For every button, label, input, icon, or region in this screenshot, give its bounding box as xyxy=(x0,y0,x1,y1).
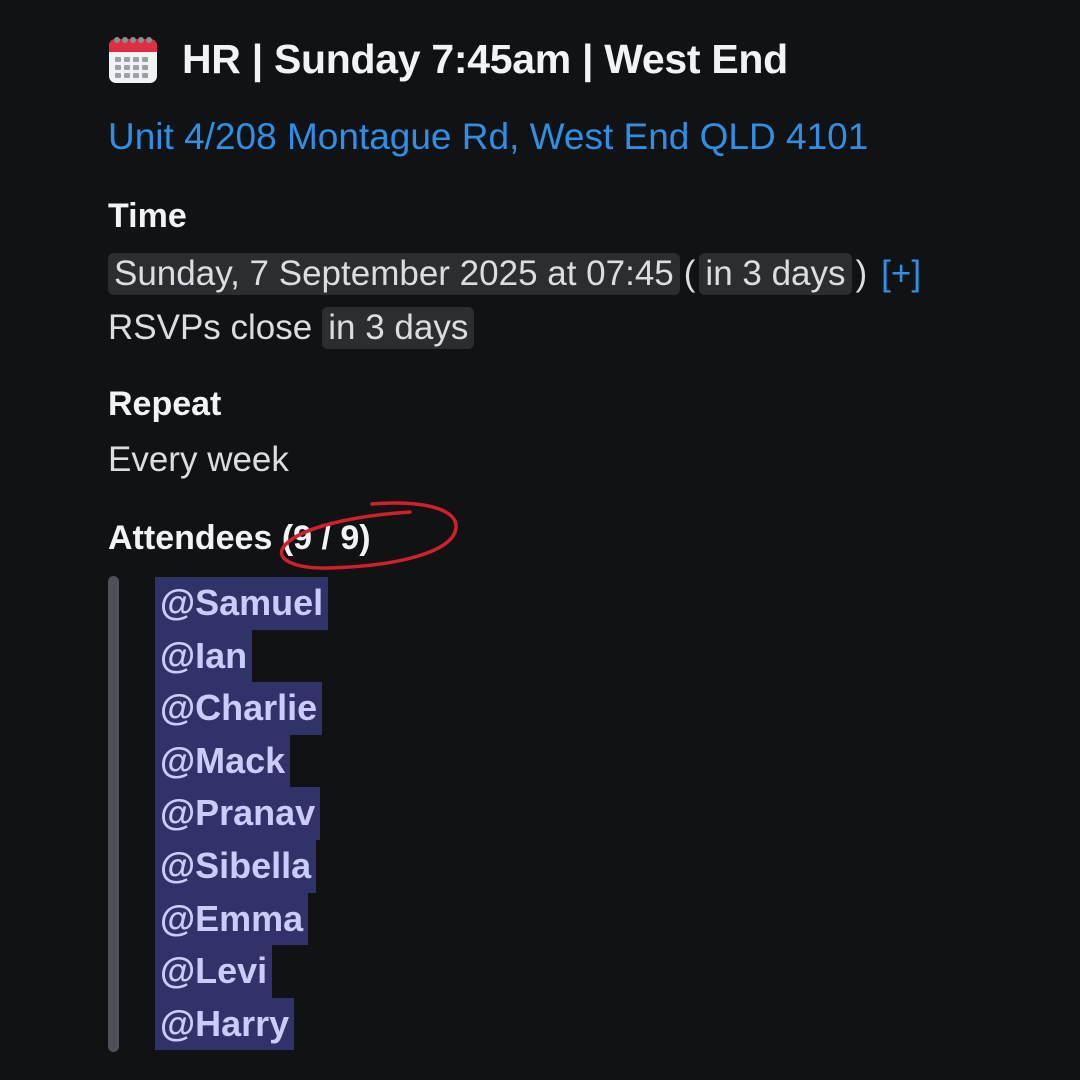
open-paren: ( xyxy=(683,254,696,293)
attendee-mention[interactable]: @Ian xyxy=(155,629,253,683)
rsvp-row: RSVPs close in 3 days xyxy=(108,302,475,354)
attendees-count: (9 / 9) xyxy=(281,519,371,557)
time-label: Time xyxy=(108,197,187,235)
add-to-calendar-link[interactable]: [+] xyxy=(881,254,921,294)
attendee-list: @Samuel @Ian @Charlie @Mack @Pranav @Sib… xyxy=(155,577,329,1051)
attendee-mention[interactable]: @Levi xyxy=(155,945,273,998)
attendees-heading: Attendees (9 / 9) xyxy=(108,519,371,558)
event-datetime[interactable]: Sunday, 7 September 2025 at 07:45 xyxy=(108,253,680,295)
relative-time[interactable]: in 3 days xyxy=(699,253,852,295)
event-title-row: HR | Sunday 7:45am | West End xyxy=(108,30,788,88)
close-paren: ) xyxy=(855,254,868,293)
attendee-mention[interactable]: @Pranav xyxy=(155,787,321,840)
time-row: Sunday, 7 September 2025 at 07:45 ( in 3… xyxy=(108,248,921,300)
attendee-mention[interactable]: @Samuel xyxy=(155,577,329,630)
attendees-label: Attendees xyxy=(108,519,273,557)
calendar-icon xyxy=(109,37,157,83)
repeat-value: Every week xyxy=(108,440,289,479)
attendee-mention[interactable]: @Emma xyxy=(155,892,309,946)
attendee-mention[interactable]: @Mack xyxy=(155,734,291,788)
blockquote-bar xyxy=(108,576,119,1052)
attendee-mention[interactable]: @Sibella xyxy=(155,839,317,893)
repeat-label: Repeat xyxy=(108,385,222,423)
event-title: HR | Sunday 7:45am | West End xyxy=(182,35,788,82)
rsvp-close-relative[interactable]: in 3 days xyxy=(322,307,475,349)
attendee-mention[interactable]: @Charlie xyxy=(155,682,323,735)
attendee-mention[interactable]: @Harry xyxy=(155,997,295,1051)
address-link[interactable]: Unit 4/208 Montague Rd, West End QLD 410… xyxy=(108,116,868,158)
rsvp-close-label: RSVPs close xyxy=(108,308,313,347)
